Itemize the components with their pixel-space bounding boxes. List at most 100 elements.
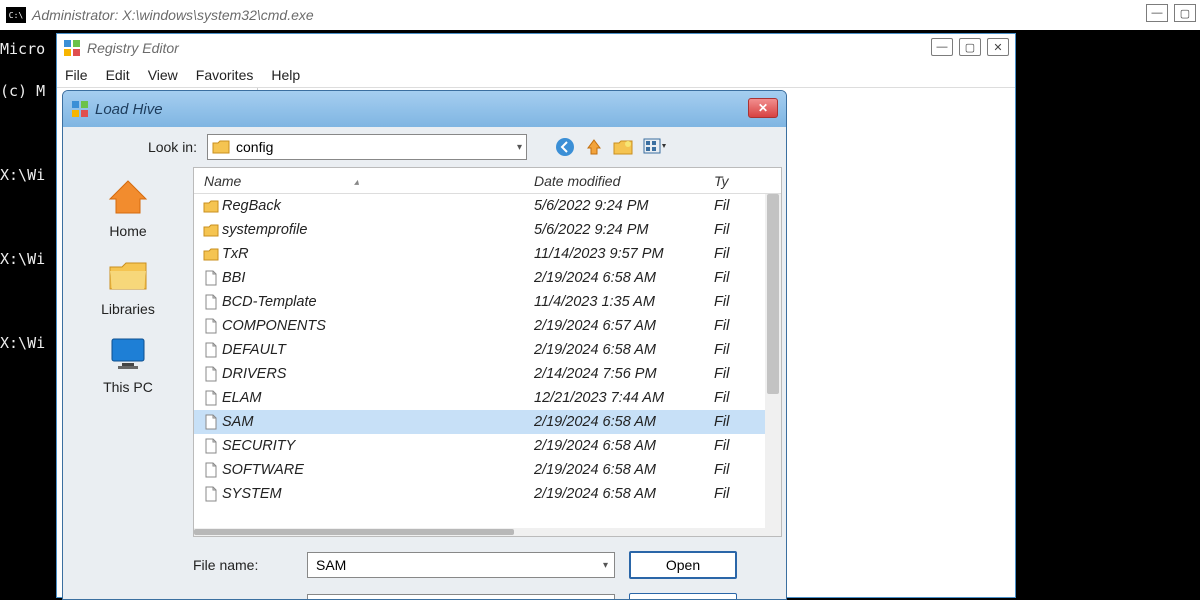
scrollbar-thumb[interactable]	[194, 529, 514, 535]
file-row[interactable]: TxR11/14/2023 9:57 PMFil	[194, 242, 781, 266]
file-date: 2/19/2024 6:58 AM	[534, 486, 714, 502]
cancel-button[interactable]: Cancel	[629, 593, 737, 600]
file-row[interactable]: BCD-Template11/4/2023 1:35 AMFil	[194, 290, 781, 314]
file-type: Fil	[714, 390, 744, 406]
close-button[interactable]: ✕	[748, 98, 778, 118]
file-row[interactable]: ELAM12/21/2023 7:44 AMFil	[194, 386, 781, 410]
file-row[interactable]: COMPONENTS2/19/2024 6:57 AMFil	[194, 314, 781, 338]
filetype-combo[interactable]: All Files ▾	[307, 594, 615, 600]
new-folder-icon[interactable]	[613, 139, 633, 155]
file-type: Fil	[714, 438, 744, 454]
cmd-minimize-button[interactable]: —	[1146, 4, 1168, 22]
menu-file[interactable]: File	[65, 67, 88, 83]
folder-icon	[212, 140, 230, 154]
chevron-down-icon: ▾	[603, 560, 608, 571]
file-name: BCD-Template	[222, 294, 534, 310]
file-icon	[200, 318, 222, 334]
file-date: 2/19/2024 6:58 AM	[534, 438, 714, 454]
file-name: COMPONENTS	[222, 318, 534, 334]
file-icon	[200, 342, 222, 358]
file-row[interactable]: DEFAULT2/19/2024 6:58 AMFil	[194, 338, 781, 362]
lookin-combo[interactable]: config ▾	[207, 134, 527, 160]
file-type: Fil	[714, 486, 744, 502]
file-type: Fil	[714, 414, 744, 430]
file-row[interactable]: SAM2/19/2024 6:58 AMFil	[194, 410, 781, 434]
file-name: DRIVERS	[222, 366, 534, 382]
regedit-titlebar[interactable]: Registry Editor — ▢ ✕	[57, 34, 1015, 62]
file-name: SECURITY	[222, 438, 534, 454]
sort-asc-icon: ▴	[354, 177, 359, 188]
lookin-label: Look in:	[123, 139, 197, 155]
column-type[interactable]: Ty	[714, 173, 754, 189]
column-date[interactable]: Date modified	[534, 173, 714, 189]
file-icon	[200, 366, 222, 382]
load-hive-title: Load Hive	[95, 101, 163, 118]
regedit-close-button[interactable]: ✕	[987, 38, 1009, 56]
regedit-icon	[63, 39, 81, 57]
file-date: 11/4/2023 1:35 AM	[534, 294, 714, 310]
file-name: SOFTWARE	[222, 462, 534, 478]
regedit-title: Registry Editor	[87, 40, 179, 56]
file-list-header: Name▴ Date modified Ty	[194, 168, 781, 194]
load-hive-icon	[71, 100, 89, 118]
cmd-maximize-button[interactable]: ▢	[1174, 4, 1196, 22]
column-name[interactable]: Name▴	[194, 173, 534, 189]
file-list[interactable]: Name▴ Date modified Ty RegBack5/6/2022 9…	[193, 167, 782, 537]
places-sidebar: Home Libraries This PC	[63, 167, 193, 537]
sidebar-item-thispc[interactable]: This PC	[103, 333, 153, 395]
menu-favorites[interactable]: Favorites	[196, 67, 254, 83]
file-icon	[200, 486, 222, 502]
filename-input[interactable]: SAM ▾	[307, 552, 615, 578]
folder-icon	[200, 199, 222, 213]
file-type: Fil	[714, 270, 744, 286]
back-icon[interactable]	[555, 137, 575, 157]
monitor-icon	[106, 333, 150, 373]
cmd-titlebar: C:\ Administrator: X:\windows\system32\c…	[0, 0, 1200, 30]
file-name: RegBack	[222, 198, 534, 214]
cmd-title: Administrator: X:\windows\system32\cmd.e…	[32, 7, 314, 23]
file-row[interactable]: SECURITY2/19/2024 6:58 AMFil	[194, 434, 781, 458]
sidebar-item-libraries[interactable]: Libraries	[101, 255, 155, 317]
file-date: 11/14/2023 9:57 PM	[534, 246, 714, 262]
file-date: 2/19/2024 6:58 AM	[534, 270, 714, 286]
file-name: SAM	[222, 414, 534, 430]
file-type: Fil	[714, 294, 744, 310]
menu-help[interactable]: Help	[271, 67, 300, 83]
file-icon	[200, 414, 222, 430]
regedit-maximize-button[interactable]: ▢	[959, 38, 981, 56]
vertical-scrollbar[interactable]	[765, 194, 781, 536]
file-row[interactable]: SOFTWARE2/19/2024 6:58 AMFil	[194, 458, 781, 482]
file-name: BBI	[222, 270, 534, 286]
cmd-body: Micro (c) M X:\Wi X:\Wi X:\Wi	[0, 22, 56, 364]
file-type: Fil	[714, 246, 744, 262]
sidebar-item-home[interactable]: Home	[106, 177, 150, 239]
folder-icon	[106, 255, 150, 295]
file-name: TxR	[222, 246, 534, 262]
file-date: 2/14/2024 7:56 PM	[534, 366, 714, 382]
file-row[interactable]: SYSTEM2/19/2024 6:58 AMFil	[194, 482, 781, 506]
horizontal-scrollbar[interactable]	[194, 528, 765, 536]
chevron-down-icon: ▾	[517, 142, 522, 153]
menu-view[interactable]: View	[148, 67, 178, 83]
scrollbar-thumb[interactable]	[767, 194, 779, 394]
regedit-minimize-button[interactable]: —	[931, 38, 953, 56]
sidebar-item-label: This PC	[103, 379, 153, 395]
file-date: 5/6/2022 9:24 PM	[534, 198, 714, 214]
view-menu-icon[interactable]	[643, 138, 667, 156]
file-icon	[200, 390, 222, 406]
filename-value: SAM	[316, 557, 346, 573]
file-row[interactable]: DRIVERS2/14/2024 7:56 PMFil	[194, 362, 781, 386]
load-hive-titlebar[interactable]: Load Hive ✕	[63, 91, 786, 127]
file-date: 12/21/2023 7:44 AM	[534, 390, 714, 406]
cmd-icon: C:\	[6, 7, 26, 23]
up-icon[interactable]	[585, 138, 603, 156]
file-row[interactable]: RegBack5/6/2022 9:24 PMFil	[194, 194, 781, 218]
menu-edit[interactable]: Edit	[106, 67, 130, 83]
file-name: SYSTEM	[222, 486, 534, 502]
folder-icon	[200, 223, 222, 237]
open-button[interactable]: Open	[629, 551, 737, 579]
folder-icon	[200, 247, 222, 261]
filename-label: File name:	[193, 557, 293, 573]
file-row[interactable]: BBI2/19/2024 6:58 AMFil	[194, 266, 781, 290]
file-row[interactable]: systemprofile5/6/2022 9:24 PMFil	[194, 218, 781, 242]
